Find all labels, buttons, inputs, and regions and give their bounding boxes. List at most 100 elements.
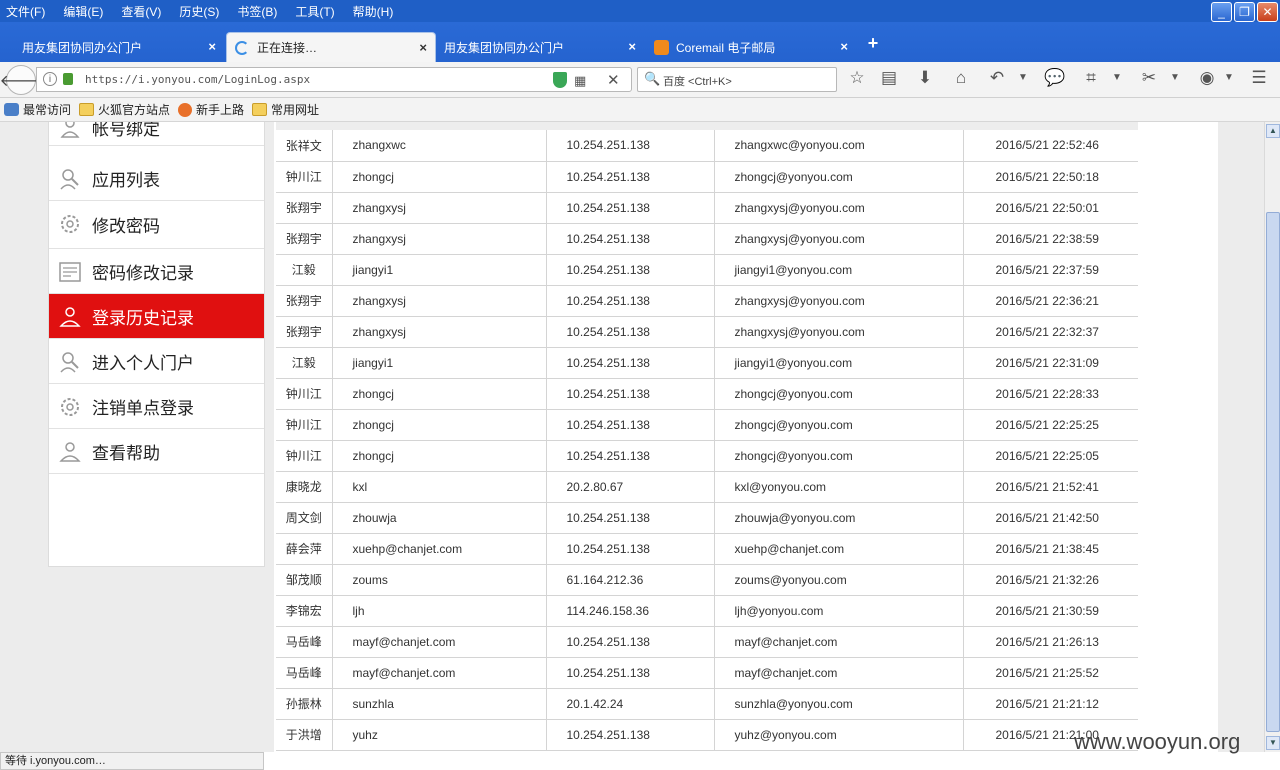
tab-close-icon[interactable]: × — [628, 39, 636, 54]
scroll-down-arrow-icon[interactable]: ▼ — [1266, 736, 1280, 750]
bookmark-firefox-site[interactable]: 火狐官方站点 — [79, 101, 170, 118]
download-icon[interactable]: ⬇ — [914, 68, 936, 88]
info-icon[interactable]: i — [43, 72, 57, 86]
menu-hamburger-icon[interactable]: ☰ — [1248, 68, 1270, 88]
undo-icon[interactable]: ↶ — [986, 68, 1008, 88]
qr-code-icon[interactable]: ▦ — [574, 73, 586, 89]
scroll-thumb[interactable] — [1266, 212, 1280, 732]
sidebar-item-logout-sso[interactable]: 注销单点登录 — [49, 384, 264, 429]
cell-email: sunzhla@yonyou.com — [714, 688, 964, 720]
chevron-down-icon[interactable]: ▼ — [1164, 72, 1186, 83]
chevron-down-icon[interactable]: ▼ — [1218, 72, 1240, 83]
cell-name: 江毅 — [276, 254, 333, 286]
cell-time: 2016/5/21 22:38:59 — [963, 223, 1138, 255]
home-icon[interactable]: ⌂ — [950, 68, 972, 88]
watermark: www.wooyun.org — [1074, 729, 1241, 754]
tab-yonyou-portal-2[interactable]: 用友集团协同办公门户 × — [422, 32, 644, 62]
cell-account: zhongcj — [332, 161, 547, 193]
bookmarks-bar: 最常访问 火狐官方站点 新手上路 常用网址 — [0, 98, 1280, 122]
search-box[interactable]: 🔍 百度 <Ctrl+K> — [637, 67, 837, 92]
table-row: 于洪增 yuhz 10.254.251.138 yuhz@yonyou.com 2016… — [276, 719, 1138, 751]
shield-icon[interactable] — [553, 72, 567, 88]
extension-icon[interactable]: ✂ — [1138, 68, 1160, 88]
menu-edit[interactable]: 编辑(E) — [63, 3, 103, 20]
cell-ip: 10.254.251.138 — [546, 409, 715, 441]
bookmark-star-icon[interactable]: ☆ — [846, 68, 868, 88]
cell-account: zhangxwc — [332, 130, 547, 162]
tab-connecting[interactable]: 正在连接… × — [226, 32, 436, 62]
most-visited-icon — [4, 103, 19, 116]
close-window-button[interactable]: ✕ — [1257, 2, 1278, 22]
address-bar[interactable]: i https://i.yonyou.com/LoginLog.aspx ▦ ✕ — [36, 67, 632, 92]
cell-email: yuhz@yonyou.com — [714, 719, 964, 751]
cell-time: 2016/5/21 22:31:09 — [963, 347, 1138, 379]
cell-name: 周文剑 — [276, 502, 333, 534]
cell-account: zhangxysj — [332, 192, 547, 224]
table-row: 邹茂顺 zoums 61.164.212.36 zoums@yonyou.com 201… — [276, 564, 1138, 596]
cell-time: 2016/5/21 21:26:13 — [963, 626, 1138, 658]
bookmark-most-visited[interactable]: 最常访问 — [4, 101, 71, 118]
cell-time: 2016/5/21 22:50:01 — [963, 192, 1138, 224]
reading-list-icon[interactable]: ▤ — [878, 68, 900, 88]
chevron-down-icon[interactable]: ▼ — [1012, 72, 1034, 83]
cell-name: 张翔宇 — [276, 223, 333, 255]
bookmark-getting-started[interactable]: 新手上路 — [178, 101, 244, 118]
tab-label: 用友集团协同办公门户 — [22, 40, 143, 55]
chat-bubble-icon[interactable]: 💬 — [1044, 68, 1066, 88]
menu-history[interactable]: 历史(S) — [179, 3, 219, 20]
url-text[interactable]: https://i.yonyou.com/LoginLog.aspx — [85, 73, 310, 86]
tab-strip: 用友集团协同办公门户 × 正在连接… × 用友集团协同办公门户 × Corema… — [0, 22, 1280, 62]
menu-tools[interactable]: 工具(T) — [295, 3, 334, 20]
tab-close-icon[interactable]: × — [208, 39, 216, 54]
cell-account: zhangxysj — [332, 316, 547, 348]
back-button[interactable]: 🡐 — [0, 65, 42, 95]
profile-icon[interactable]: ◉ — [1196, 68, 1218, 88]
sidebar-item-password-change-log[interactable]: 密码修改记录 — [49, 249, 264, 294]
table-row: 钟川江 zhongcj 10.254.251.138 zhongcj@yonyou.c… — [276, 440, 1138, 472]
sidebar-item-account-binding[interactable]: 帐号绑定 — [49, 122, 264, 146]
cell-name: 钟川江 — [276, 409, 333, 441]
minimize-button[interactable]: _ — [1211, 2, 1232, 22]
menu-help[interactable]: 帮助(H) — [353, 3, 394, 20]
cell-account: zhongcj — [332, 378, 547, 410]
table-row: 张翔宇 zhangxysj 10.254.251.138 zhangxysj@yony… — [276, 223, 1138, 255]
tab-close-icon[interactable]: × — [840, 39, 848, 54]
table-row: 江毅 jiangyi1 10.254.251.138 jiangyi1@yonyou.… — [276, 254, 1138, 286]
cell-name: 薛会萍 — [276, 533, 333, 565]
stop-loading-icon[interactable]: ✕ — [607, 71, 620, 89]
cell-ip: 20.2.80.67 — [546, 471, 715, 503]
cell-account: zhongcj — [332, 409, 547, 441]
cell-time: 2016/5/21 21:21:12 — [963, 688, 1138, 720]
tab-yonyou-portal-1[interactable]: 用友集团协同办公门户 × — [0, 32, 224, 62]
loading-spinner-icon — [235, 41, 249, 55]
scroll-up-arrow-icon[interactable]: ▲ — [1266, 124, 1280, 138]
bookmark-common-sites[interactable]: 常用网址 — [252, 101, 319, 118]
menu-view[interactable]: 查看(V) — [121, 3, 161, 20]
chevron-down-icon[interactable]: ▼ — [1106, 72, 1128, 83]
tab-coremail[interactable]: Coremail 电子邮局 × — [646, 32, 856, 62]
cell-account: zhouwja — [332, 502, 547, 534]
sidebar-item-help[interactable]: 查看帮助 — [49, 429, 264, 474]
crop-icon[interactable]: ⌗ — [1080, 68, 1102, 88]
table-row: 张翔宇 zhangxysj 10.254.251.138 zhangxysj@yony… — [276, 316, 1138, 348]
cell-name: 孙振林 — [276, 688, 333, 720]
cell-ip: 114.246.158.36 — [546, 595, 715, 627]
vertical-scrollbar[interactable]: ▲ ▼ — [1264, 122, 1280, 752]
menu-file[interactable]: 文件(F) — [6, 3, 45, 20]
new-tab-button[interactable]: + — [862, 32, 884, 54]
lock-icon[interactable] — [63, 73, 73, 85]
sidebar-item-login-history[interactable]: 登录历史记录 — [49, 294, 264, 339]
cell-account: zhangxysj — [332, 285, 547, 317]
restore-button[interactable]: ❐ — [1234, 2, 1255, 22]
cell-name: 张翔宇 — [276, 285, 333, 317]
cell-email: zhangxysj@yonyou.com — [714, 285, 964, 317]
folder-icon — [79, 103, 95, 116]
cell-email: jiangyi1@yonyou.com — [714, 347, 964, 379]
sidebar-item-enter-portal[interactable]: 进入个人门户 — [49, 339, 264, 384]
sidebar-item-change-password[interactable]: 修改密码 — [49, 201, 264, 249]
cell-email: kxl@yonyou.com — [714, 471, 964, 503]
table-row: 李锦宏 ljh 114.246.158.36 ljh@yonyou.com 2016/5… — [276, 595, 1138, 627]
cell-name: 李锦宏 — [276, 595, 333, 627]
sidebar-item-app-list[interactable]: 应用列表 — [49, 156, 264, 201]
menu-bookmarks[interactable]: 书签(B) — [237, 3, 277, 20]
